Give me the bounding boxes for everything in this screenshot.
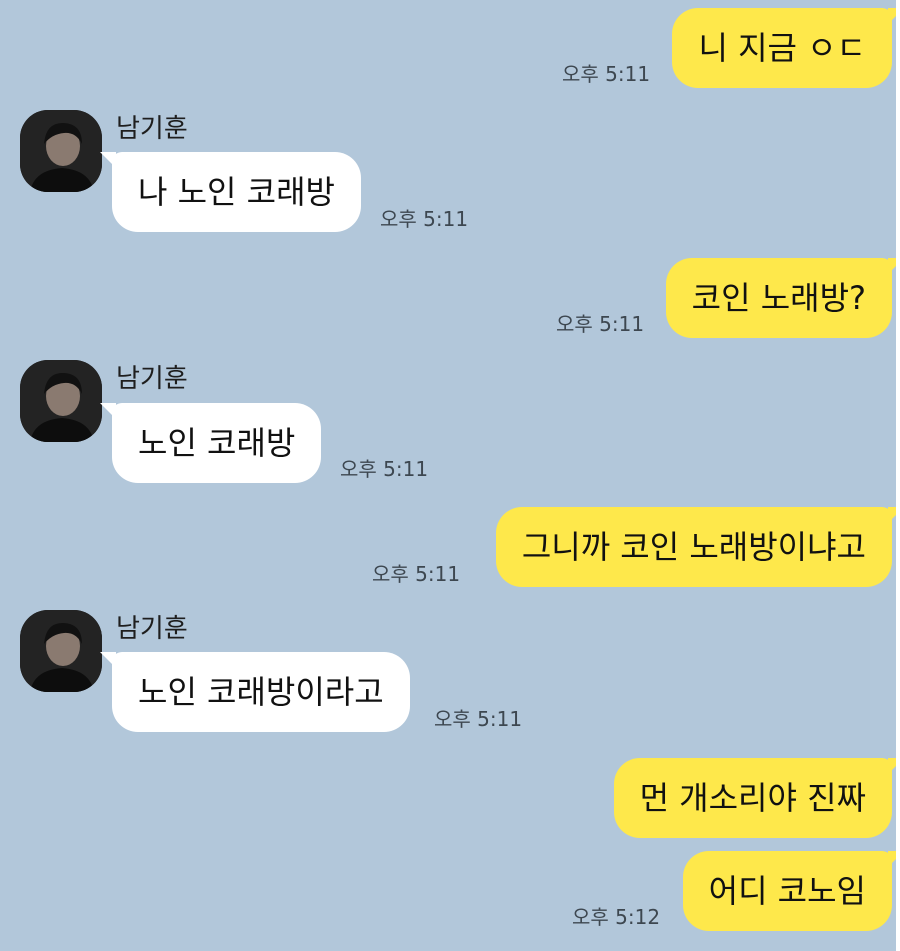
message-timestamp: 오후 5:11	[340, 457, 429, 481]
profile-avatar[interactable]	[20, 360, 102, 442]
their-message-bubble[interactable]: 노인 코래방	[99, 403, 322, 483]
message-timestamp: 오후 5:11	[380, 207, 469, 231]
sender-name: 남기훈	[116, 364, 188, 394]
my-message-bubble[interactable]: 코인 노래방?	[665, 258, 896, 338]
my-message-bubble[interactable]: 먼 개소리야 진짜	[613, 758, 896, 838]
profile-photo-icon	[20, 360, 102, 442]
profile-photo-icon	[20, 610, 102, 692]
their-message-bubble[interactable]: 노인 코래방이라고	[100, 652, 410, 732]
their-message-bubble[interactable]: 나 노인 코래방	[100, 152, 361, 232]
my-message-bubble[interactable]: 어디 코노임	[682, 851, 896, 931]
message-timestamp: 오후 5:11	[372, 562, 461, 586]
message-timestamp: 오후 5:11	[434, 707, 523, 731]
sender-name: 남기훈	[116, 614, 188, 644]
chat-window[interactable]: 니 지금 ㅇㄷ 오후 5:11 남기훈 나 노인 코래방 오후 5:11 코인 …	[0, 0, 896, 951]
message-timestamp: 오후 5:11	[556, 312, 645, 336]
profile-avatar[interactable]	[20, 110, 102, 192]
message-timestamp: 오후 5:11	[562, 62, 651, 86]
my-message-bubble[interactable]: 그니까 코인 노래방이냐고	[495, 507, 896, 587]
sender-name: 남기훈	[116, 114, 188, 144]
profile-avatar[interactable]	[20, 610, 102, 692]
profile-photo-icon	[20, 110, 102, 192]
message-timestamp: 오후 5:12	[572, 905, 661, 929]
my-message-bubble[interactable]: 니 지금 ㅇㄷ	[672, 8, 896, 88]
